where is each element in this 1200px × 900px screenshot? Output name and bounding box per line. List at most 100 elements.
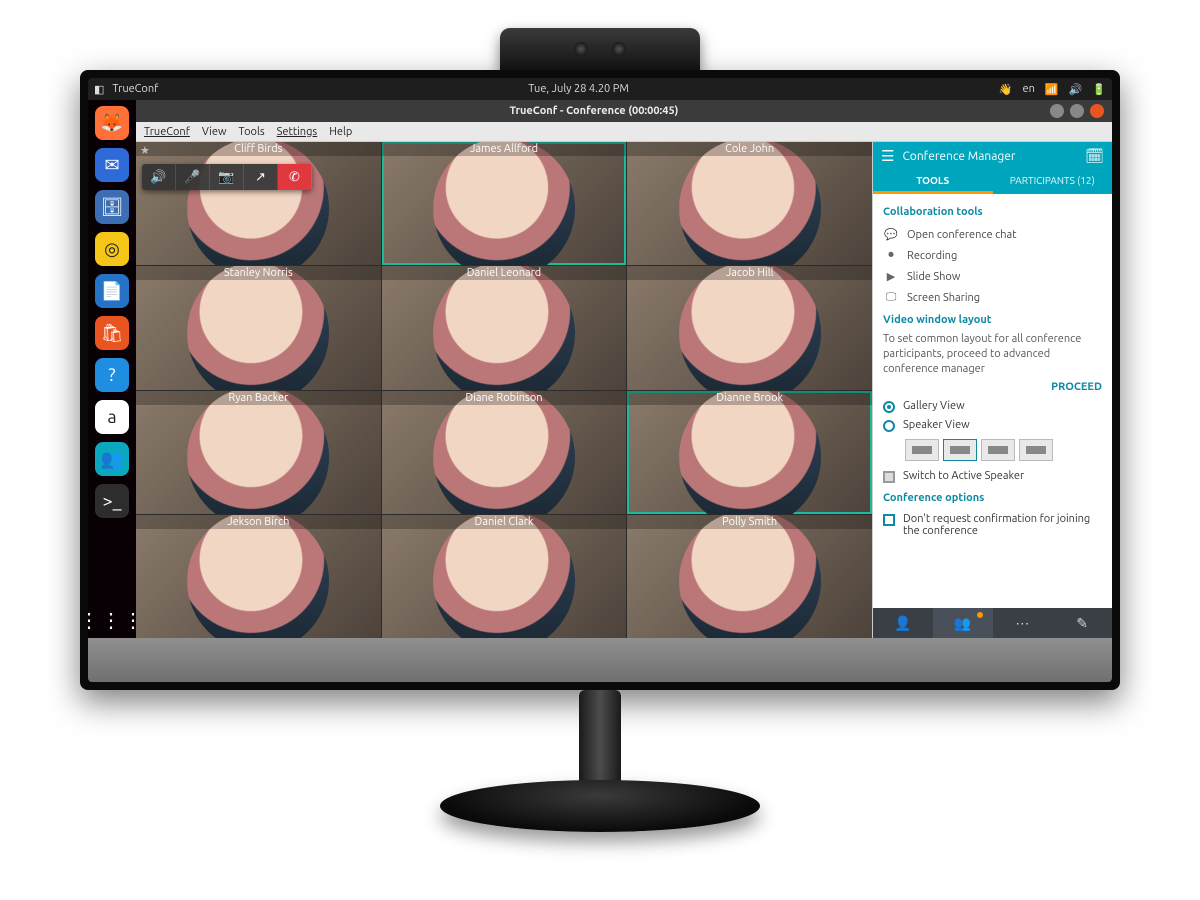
participant-name-label: Daniel Clark [382,515,627,529]
section-collab-header: Collaboration tools [883,206,1102,218]
keyboard-indicator-icon[interactable]: 👋 [999,83,1013,96]
window-titlebar[interactable]: TrueConf - Conference (00:00:45) [136,100,1112,122]
video-tile[interactable]: Polly Smith [627,515,872,638]
section-options-header: Conference options [883,492,1102,504]
monitor-speaker-bar [88,638,1112,682]
video-tile[interactable]: Cliff Birds [136,142,381,265]
dock-firefox-icon[interactable]: 🦊 [95,106,129,140]
bottomnav-manager-icon[interactable]: 👥 [933,608,993,638]
trueconf-app: TrueConf View Tools Settings Help Cliff Bird… [136,122,1112,638]
video-tile[interactable]: Dianne Brook [627,391,872,514]
participant-avatar [187,142,329,265]
video-tile[interactable]: James Allford [382,142,627,265]
radio-off-icon [883,420,895,432]
window-title: TrueConf - Conference (00:00:45) [510,105,679,117]
dock-amazon-icon[interactable]: a [95,400,129,434]
hamburger-icon[interactable]: ☰ [881,147,894,165]
lang-indicator[interactable]: en [1023,83,1035,95]
menu-settings[interactable]: Settings [277,126,318,138]
participant-avatar [187,391,329,514]
dock-terminal-icon[interactable]: >_ [95,484,129,518]
layout-thumbnails [905,439,1102,461]
layout-thumb-1[interactable] [905,439,939,461]
participant-avatar [679,266,821,389]
video-tile[interactable]: Cole John [627,142,872,265]
calendar-icon[interactable]: 🗓 [1085,147,1104,165]
radio-gallery-view[interactable]: Gallery View [883,397,1102,416]
monitor-stand-base [440,780,760,832]
layout-thumb-2[interactable] [943,439,977,461]
video-tile[interactable]: Jekson Birch [136,515,381,638]
participant-avatar [433,142,575,265]
video-tile[interactable]: Stanley Norris [136,266,381,389]
radio-speaker-view[interactable]: Speaker View [883,416,1102,435]
menu-view[interactable]: View [202,126,227,138]
menu-tools[interactable]: Tools [239,126,265,138]
layout-help-text: To set common layout for all conference … [883,332,1102,377]
battery-icon[interactable]: 🔋 [1092,83,1106,96]
dock-writer-icon[interactable]: 📄 [95,274,129,308]
video-tile[interactable]: Daniel Leonard [382,266,627,389]
gnome-topbar: ◧ TrueConf Tue, July 28 4.20 PM 👋 en 📶 🔊… [88,78,1112,100]
window-close-icon[interactable] [1090,104,1104,118]
bottomnav-contacts-icon[interactable]: 👤 [873,608,933,638]
tool-share[interactable]: 🖵Screen Sharing [883,287,1102,308]
dock-software-icon[interactable]: 🛍 [95,316,129,350]
camera-button[interactable]: 📷 [210,164,244,190]
slides-icon: ▶ [883,270,899,283]
dock-trueconf-icon[interactable]: 👥 [95,442,129,476]
share-icon: 🖵 [883,291,899,304]
tool-record[interactable]: ⏺ Recording [883,245,1102,266]
monitor-frame: ◧ TrueConf Tue, July 28 4.20 PM 👋 en 📶 🔊… [80,70,1120,690]
checkbox-icon [883,514,895,526]
record-icon: ⏺ [883,249,899,262]
chat-icon: 💬 [883,228,899,241]
speaker-button[interactable]: 🔊 [142,164,176,190]
video-tile[interactable]: Jacob Hill [627,266,872,389]
bottomnav-chat-icon[interactable]: ⋯ [993,608,1053,638]
wifi-icon[interactable]: 📶 [1045,83,1059,96]
check-no-confirmation[interactable]: Don't request confirmation for joining t… [883,510,1102,540]
ubuntu-dock: 🦊✉🗄◎📄🛍?a👥>_⋮⋮⋮ [88,100,136,638]
participant-name-label: James Allford [382,142,627,156]
radio-on-icon [883,401,895,413]
tab-tools[interactable]: TOOLS [873,170,993,194]
bottomnav-tools-icon[interactable]: ✎ [1052,608,1112,638]
dock-rhythmbox-icon[interactable]: ◎ [95,232,129,266]
window-minimize-icon[interactable] [1050,104,1064,118]
tool-label: Slide Show [907,271,960,283]
video-tile[interactable]: Daniel Clark [382,515,627,638]
tool-slides[interactable]: ▶ Slide Show [883,266,1102,287]
window-maximize-icon[interactable] [1070,104,1084,118]
dock-help-icon[interactable]: ? [95,358,129,392]
panel-title: Conference Manager [902,150,1077,163]
tab-participants[interactable]: PARTICIPANTS (12) [993,170,1113,194]
topbar-app-name[interactable]: TrueConf [112,83,158,95]
layout-thumb-4[interactable] [1019,439,1053,461]
check-noconfirm-label: Don't request confirmation for joining t… [903,513,1102,537]
video-tile[interactable]: Diane Robinson [382,391,627,514]
proceed-link[interactable]: PROCEED [883,377,1102,397]
participant-avatar [433,391,575,514]
menu-help[interactable]: Help [329,126,352,138]
share-button[interactable]: ↗ [244,164,278,190]
volume-icon[interactable]: 🔊 [1069,83,1083,96]
dock-files-icon[interactable]: 🗄 [95,190,129,224]
participant-name-label: Cole John [627,142,872,156]
participant-name-label: Daniel Leonard [382,266,627,280]
mic-button[interactable]: 🎤 [176,164,210,190]
sidebar-bottom-nav: 👤👥⋯✎ [873,608,1112,638]
menu-trueconf[interactable]: TrueConf [144,126,190,138]
topbar-clock[interactable]: Tue, July 28 4.20 PM [528,83,629,95]
layout-thumb-3[interactable] [981,439,1015,461]
participant-name-label: Jacob Hill [627,266,872,280]
tool-label: Recording [907,250,957,262]
hangup-button[interactable]: ✆ [278,164,312,190]
dock-thunderbird-icon[interactable]: ✉ [95,148,129,182]
video-area: Cliff BirdsJames AllfordCole John Stanley… [136,142,872,638]
participant-name-label: Stanley Norris [136,266,381,280]
app-menubar: TrueConf View Tools Settings Help [136,122,1112,142]
check-switch-active-speaker[interactable]: Switch to Active Speaker [883,467,1102,486]
video-tile[interactable]: Ryan Backer [136,391,381,514]
tool-chat[interactable]: 💬Open conference chat [883,224,1102,245]
